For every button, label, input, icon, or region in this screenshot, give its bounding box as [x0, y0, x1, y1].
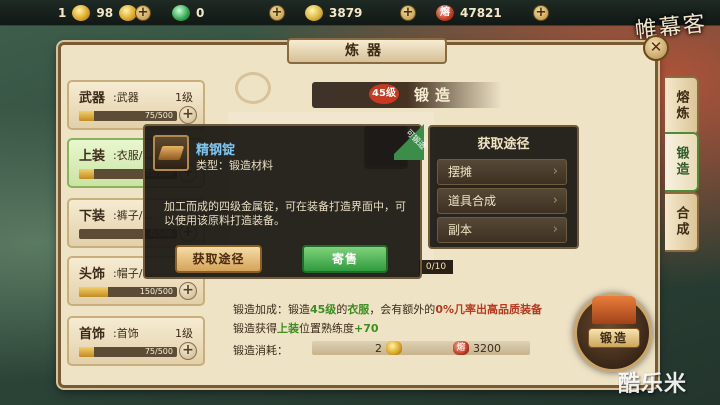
smelt-cost-icon: 熔 — [453, 341, 469, 355]
resource-bar: 1 98 + 0 + 3879 + 熔 47821 + — [0, 0, 720, 26]
smelt-amount: 47821 — [460, 6, 502, 20]
coin-resource: 3879 — [305, 3, 362, 23]
cost-material-amount: 2 — [375, 341, 382, 355]
chevron-right-icon: › — [552, 164, 558, 179]
smelt-icon: 熔 — [436, 5, 454, 21]
material-count: 0/10 — [419, 260, 453, 274]
add-gold-button[interactable]: + — [135, 5, 151, 21]
slot-progress-bar: 150/500 — [79, 287, 177, 297]
coin-icon — [305, 5, 323, 21]
gold-resource: 1 98 — [58, 3, 138, 23]
forge-button-label[interactable]: 锻造 — [588, 328, 640, 348]
anvil-icon — [592, 296, 636, 324]
source-item-dungeon[interactable]: 副本 › — [437, 217, 567, 243]
equipment-slot[interactable]: 首饰 :首饰 1级 75/500 + — [67, 316, 205, 366]
slot-progress-bar: 75/500 — [79, 111, 177, 121]
forge-header-banner — [312, 82, 502, 108]
jade-resource: 0 — [172, 3, 204, 23]
chevron-right-icon: › — [552, 222, 558, 237]
item-name: 精钢锭 — [196, 143, 236, 158]
steel-ingot-icon — [153, 135, 189, 171]
add-jade-button[interactable]: + — [269, 5, 285, 21]
slot-add-button[interactable]: + — [179, 106, 197, 124]
get-source-button[interactable]: 获取途径 — [175, 245, 262, 273]
forgeable-badge: 可锻造 — [394, 124, 428, 160]
jade-amount: 0 — [196, 6, 205, 20]
slot-name: 头饰 — [79, 267, 106, 282]
gold-icon — [72, 5, 91, 21]
forge-title: 锻造 — [414, 86, 457, 104]
slot-add-button[interactable]: + — [179, 282, 197, 300]
watermark: 酷乐米 — [618, 372, 688, 397]
slot-name: 首饰 — [79, 327, 106, 342]
slot-item: :武器 — [113, 91, 139, 104]
add-smelt-button[interactable]: + — [533, 5, 549, 21]
slot-name: 下装 — [79, 209, 106, 224]
forge-level-badge: 45级 — [369, 84, 399, 104]
source-item-stall[interactable]: 摆摊 › — [437, 159, 567, 185]
panel-title: 炼器 — [287, 38, 447, 64]
tab-smelt[interactable]: 熔炼 — [665, 76, 699, 136]
tab-forge[interactable]: 锻造 — [665, 132, 699, 192]
slot-name: 武器 — [79, 91, 106, 106]
cost-smelt: 熔 3200 — [453, 341, 501, 355]
chevron-right-icon: › — [552, 193, 558, 208]
source-item-synthesis[interactable]: 道具合成 › — [437, 188, 567, 214]
slot-add-button[interactable]: + — [179, 342, 197, 360]
forge-cost-label: 锻造消耗： — [233, 344, 288, 357]
slot-progress-text: 150/500 — [139, 287, 173, 296]
add-coin-button[interactable]: + — [400, 5, 416, 21]
gold-amount: 98 — [96, 6, 114, 20]
slot-item: :首饰 — [113, 327, 139, 340]
cost-smelt-amount: 3200 — [473, 341, 501, 355]
close-button[interactable]: ✕ — [643, 35, 669, 61]
item-type: 类型：锻造材料 — [196, 159, 273, 172]
slot-progress-text: 75/500 — [144, 347, 173, 356]
ingot-icon — [386, 341, 402, 355]
equipment-slot[interactable]: 武器 :武器 1级 75/500 + — [67, 80, 205, 130]
slot-level: 1级 — [175, 91, 193, 104]
slot-name: 上装 — [79, 149, 106, 164]
slot-progress-text: 75/500 — [144, 111, 173, 120]
coin-amount: 3879 — [329, 6, 363, 20]
jade-icon — [172, 5, 190, 21]
slot-level: 1级 — [175, 327, 193, 340]
tab-synthesis[interactable]: 合成 — [665, 192, 699, 252]
cloud-ornament-icon — [235, 72, 271, 104]
source-panel-title: 获取途径 — [477, 137, 530, 152]
forge-gain-text: 锻造获得上装位置熟练度+70 — [233, 322, 379, 335]
consign-sell-button[interactable]: 寄售 — [302, 245, 388, 273]
smelt-resource: 熔 47821 — [436, 3, 502, 23]
cost-material: 2 — [375, 341, 402, 355]
forge-bonus-text: 锻造加成：锻造45级的衣服，会有额外的0%几率出高品质装备 — [233, 303, 542, 316]
gold-count: 1 — [58, 6, 67, 20]
slot-progress-bar: 75/500 — [79, 347, 177, 357]
item-description: 加工而成的四级金属锭，可在装备打造界面中，可以使用该原料打造装备。 — [164, 200, 406, 227]
